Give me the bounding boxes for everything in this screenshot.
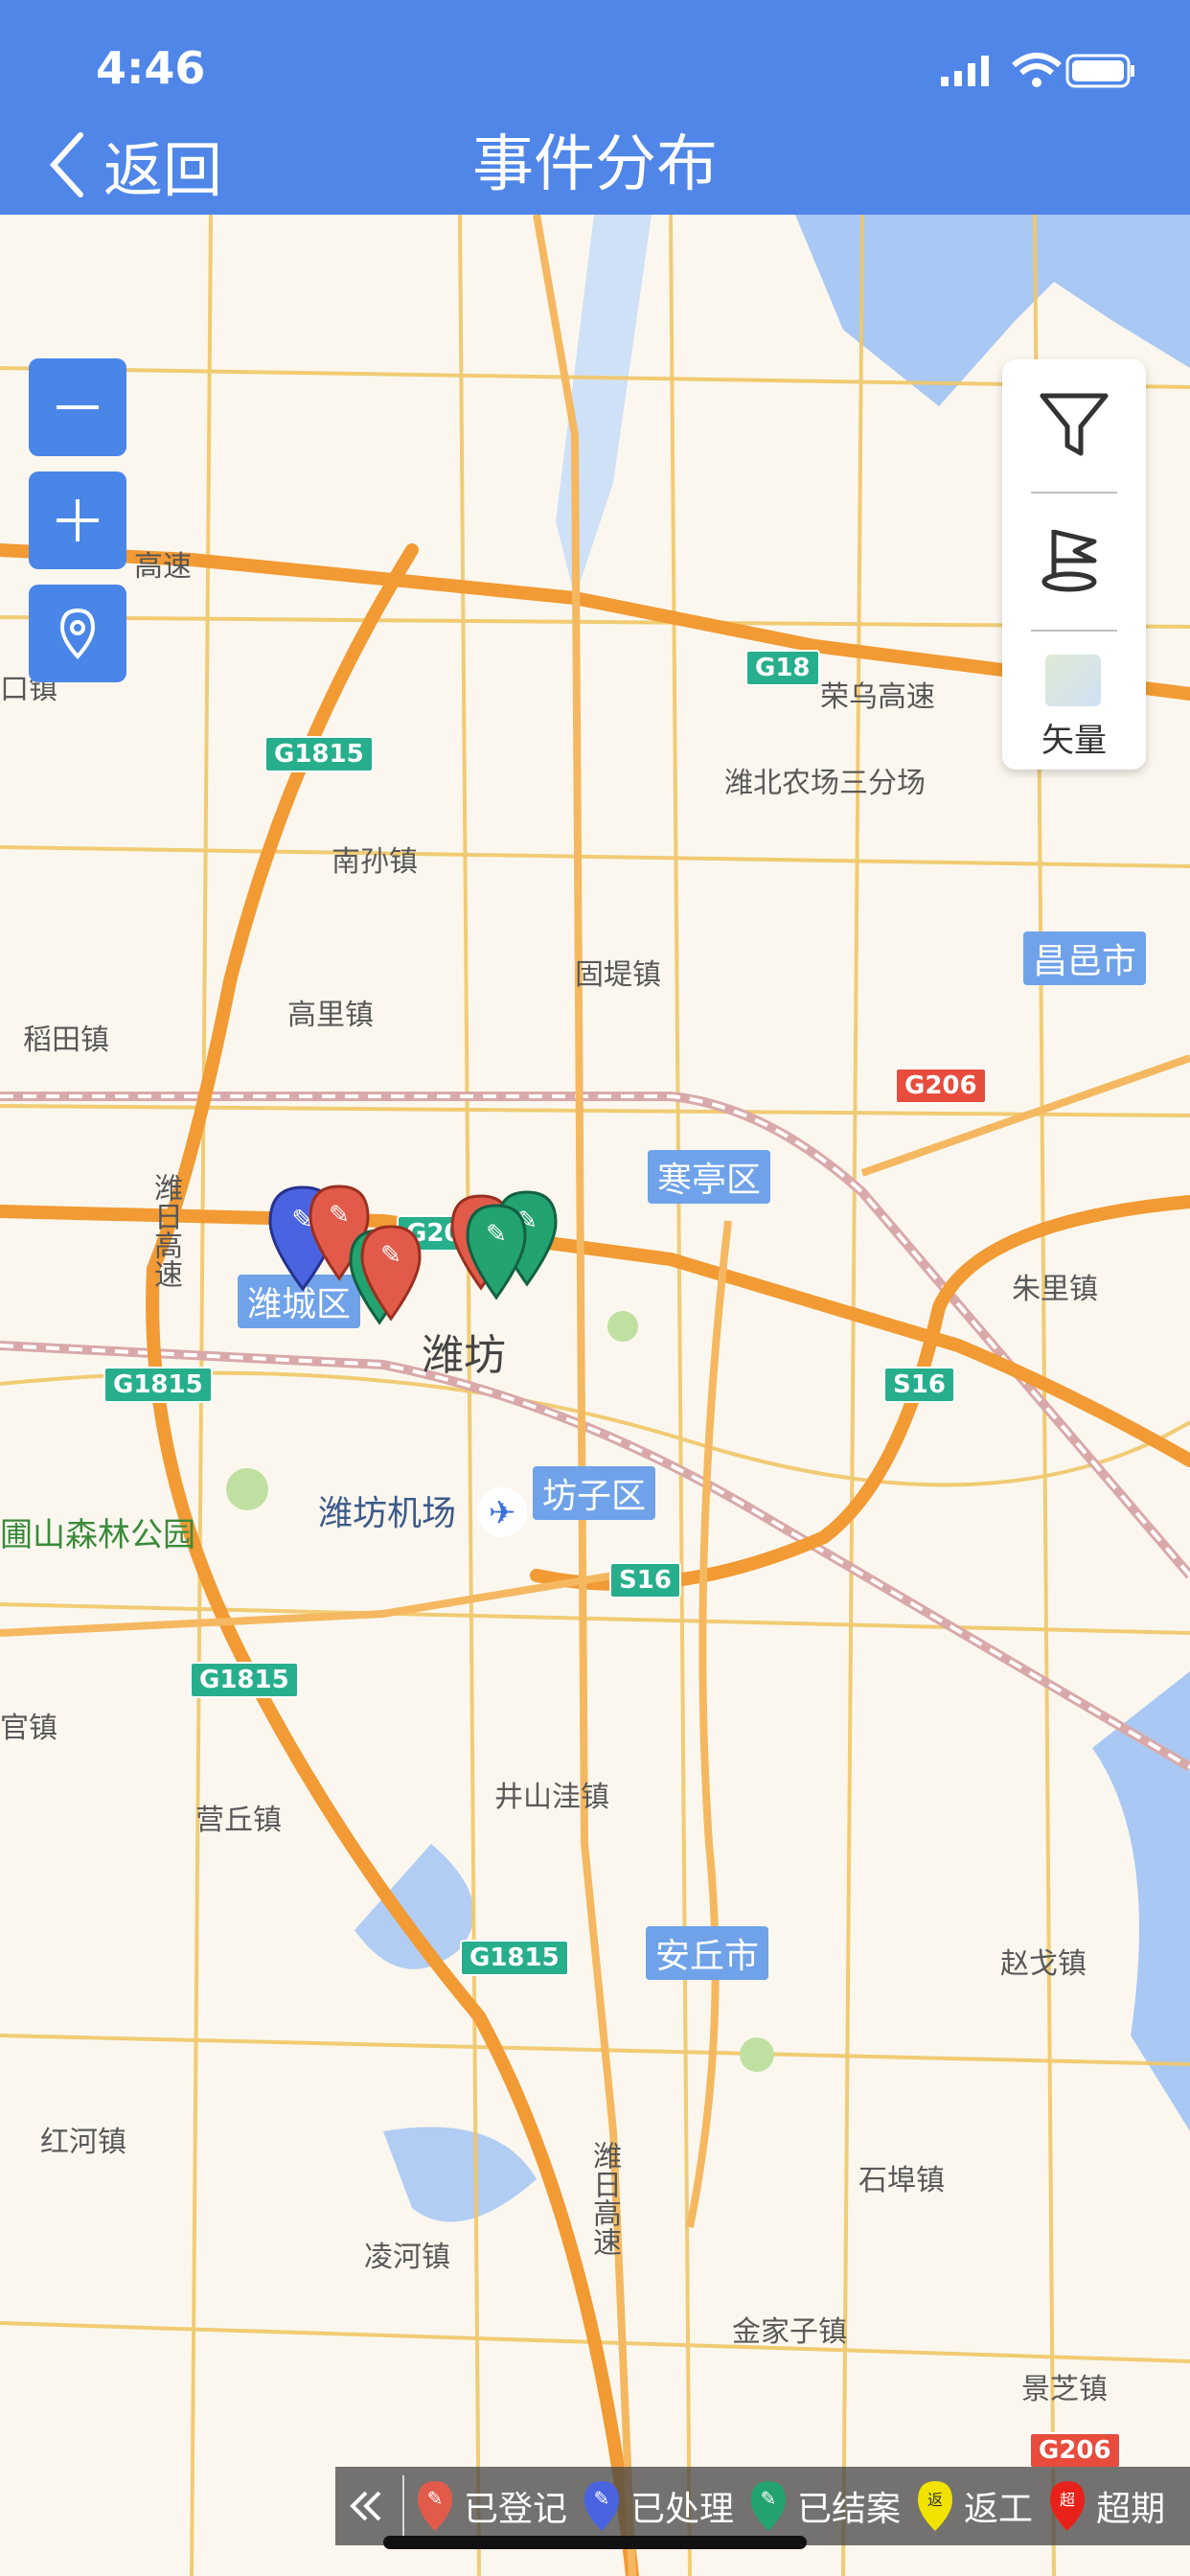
wifi-icon [1012, 53, 1062, 87]
marker-closed[interactable]: ✎ [466, 1204, 527, 1300]
legend-label: 返工 [964, 2490, 1034, 2529]
map-thumbnail-icon [1045, 655, 1101, 706]
flag-icon[interactable] [1041, 524, 1108, 595]
blue-marker-icon: ✎ [584, 2481, 620, 2531]
legend-label: 已结案 [797, 2490, 902, 2529]
zoom-out-button[interactable] [29, 358, 126, 456]
map-view[interactable]: 南孙镇 高里镇 固堤镇 潍北农场三分场 稻田镇 朱里镇 潍坊机场 井山洼镇 营丘… [0, 215, 1190, 2576]
legend-item-overdue: 超 超期 [1046, 2479, 1165, 2533]
divider [1031, 630, 1117, 632]
home-indicator [383, 2536, 807, 2549]
legend-item-processed: ✎ 已处理 [581, 2479, 734, 2533]
battery-icon [1065, 54, 1134, 88]
location-pin-icon [59, 608, 96, 660]
legend-label: 已登记 [464, 2490, 568, 2529]
legend-item-rework: 返 返工 [914, 2479, 1033, 2533]
svg-text:✎: ✎ [486, 1220, 507, 1249]
page-title: 事件分布 [472, 129, 718, 200]
nav-bar: 返回 事件分布 [0, 115, 1190, 215]
minus-icon [57, 405, 99, 409]
legend-bar: ✎ 已登记 ✎ 已处理 ✎ 已结案 返 返工 超 超期 [335, 2467, 1190, 2545]
svg-text:✎: ✎ [594, 2487, 610, 2510]
locate-button[interactable] [29, 585, 126, 682]
green-marker-icon: ✎ [751, 2481, 787, 2531]
double-chevron-left-icon [350, 2491, 381, 2521]
yellow-marker-icon: 返 [918, 2481, 953, 2531]
status-bar: 4:46 [0, 0, 1190, 115]
legend-label: 超期 [1096, 2490, 1166, 2529]
svg-text:✈: ✈ [489, 1494, 516, 1532]
red-marker-icon: ✎ [418, 2481, 452, 2531]
legend-label: 已处理 [630, 2490, 735, 2529]
airplane-icon: ✈ [477, 1487, 527, 1537]
filter-icon[interactable] [1039, 390, 1110, 461]
layer-label: 矢量 [1041, 722, 1107, 760]
zoom-in-button[interactable] [29, 472, 126, 569]
legend-item-closed: ✎ 已结案 [747, 2479, 901, 2533]
svg-text:✎: ✎ [761, 2487, 777, 2510]
legend-item-registered: ✎ 已登记 [414, 2479, 567, 2533]
map-tools-panel: 矢量 [1002, 359, 1146, 770]
collapse-legend-button[interactable] [335, 2467, 397, 2545]
svg-text:返: 返 [927, 2491, 943, 2509]
signal-icon [941, 56, 989, 86]
status-time: 4:46 [96, 42, 206, 94]
svg-text:✎: ✎ [380, 1241, 401, 1270]
svg-text:超: 超 [1060, 2491, 1075, 2509]
divider [402, 2475, 404, 2537]
plus-icon [57, 499, 99, 541]
svg-text:✎: ✎ [329, 1201, 350, 1230]
svg-text:✎: ✎ [427, 2487, 444, 2510]
red-marker-icon: 超 [1050, 2481, 1086, 2531]
layer-toggle[interactable]: 矢量 [1002, 645, 1146, 760]
divider [1031, 492, 1117, 494]
